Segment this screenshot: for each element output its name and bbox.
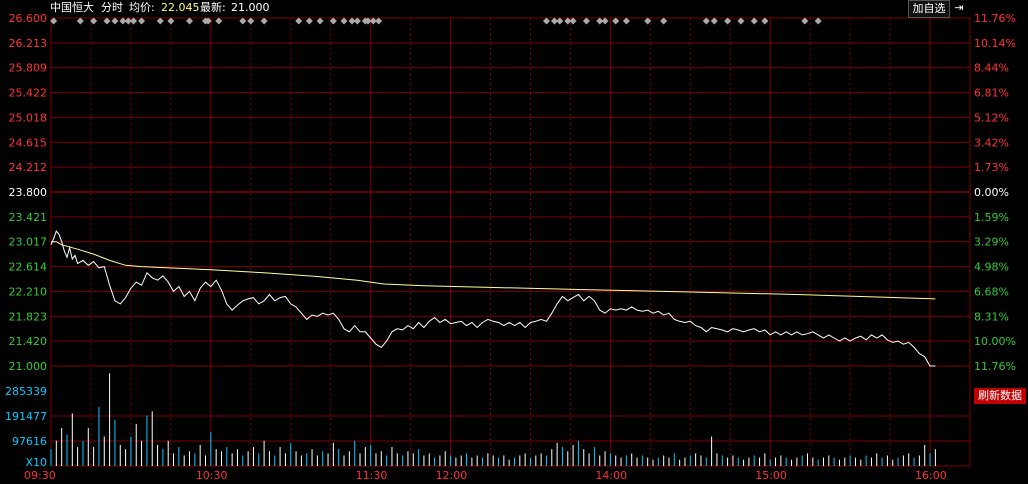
event-marker — [761, 17, 769, 25]
time-tick-label: 10:30 — [196, 469, 228, 482]
price-tick-label: 24.615 — [9, 136, 48, 149]
pct-tick-label: 10.00% — [974, 335, 1016, 348]
event-marker — [186, 17, 194, 25]
price-tick-label: 26.600 — [9, 12, 48, 25]
price-tick-label: 25.018 — [9, 111, 48, 124]
event-marker — [316, 17, 324, 25]
time-axis: 09:30 10:30 11:30 12:00 14:00 15:00 16:00 — [24, 469, 947, 482]
refresh-button[interactable]: 刷新数据 — [974, 388, 1026, 404]
pct-tick-label: 11.76% — [974, 360, 1016, 373]
pct-tick-label: 10.14% — [974, 37, 1016, 50]
event-marker — [111, 17, 119, 25]
event-marker — [801, 17, 809, 25]
price-tick-label: 23.017 — [9, 236, 48, 249]
event-marker — [375, 17, 383, 25]
price-tick-label: 23.421 — [9, 211, 48, 224]
time-tick-label: 16:00 — [915, 469, 947, 482]
price-tick-label: 24.212 — [9, 161, 48, 174]
event-marker — [582, 17, 590, 25]
header-last-label: 最新: — [200, 0, 226, 14]
intraday-chart: 26.600 26.213 25.809 25.422 25.018 24.615 24.2… — [5, 0, 1016, 482]
event-marker — [737, 17, 745, 25]
header-mode: 分时 — [101, 1, 123, 14]
event-marker — [156, 17, 164, 25]
pct-tick-label: 3.29% — [974, 236, 1009, 249]
header-last-value: 21.000 — [231, 1, 270, 14]
event-marker — [710, 17, 718, 25]
event-marker — [660, 17, 668, 25]
price-tick-label: 22.614 — [9, 261, 48, 274]
event-marker — [215, 17, 223, 25]
volume-tick-label: 285339 — [5, 385, 47, 398]
event-marker — [103, 17, 111, 25]
pct-tick-label: 1.59% — [974, 211, 1009, 224]
event-marker — [260, 17, 268, 25]
event-marker — [239, 17, 247, 25]
volume-tick-label: 97616 — [12, 435, 47, 448]
time-tick-label: 15:00 — [755, 469, 787, 482]
event-marker — [622, 17, 630, 25]
event-marker — [750, 17, 758, 25]
price-tick-label: 25.422 — [9, 87, 48, 100]
price-tick-label: 22.210 — [9, 285, 48, 298]
event-marker — [76, 17, 84, 25]
time-tick-label: 14:00 — [595, 469, 627, 482]
price-tick-label: 26.213 — [9, 37, 48, 50]
price-tick-label: 21.000 — [9, 360, 48, 373]
event-marker — [340, 17, 348, 25]
event-marker — [612, 17, 620, 25]
event-markers — [50, 17, 822, 25]
volume-bars — [50, 373, 936, 466]
exit-icon[interactable]: ⇥ — [951, 0, 967, 16]
event-marker — [702, 17, 710, 25]
event-marker — [601, 17, 609, 25]
time-tick-label: 11:30 — [356, 469, 388, 482]
event-marker — [353, 17, 361, 25]
pct-tick-label: 8.44% — [974, 62, 1009, 75]
volume-tick-label: X10 — [25, 456, 47, 469]
pct-tick-label: 11.76% — [974, 12, 1016, 25]
chart-grid — [50, 17, 971, 467]
event-marker — [542, 17, 550, 25]
header-avg-label: 均价: — [129, 1, 155, 14]
price-tick-label: 23.800 — [9, 186, 48, 199]
price-tick-label: 25.809 — [9, 62, 48, 75]
time-tick-label: 09:30 — [24, 469, 56, 482]
event-marker — [295, 17, 303, 25]
header-avg-value: 22.045 — [161, 1, 200, 14]
price-axis: 26.600 26.213 25.809 25.422 25.018 24.615 24.2… — [9, 12, 48, 373]
event-marker — [305, 17, 313, 25]
time-tick-label: 12:00 — [436, 469, 468, 482]
avg-price-line — [51, 241, 936, 300]
event-marker — [138, 17, 146, 25]
volume-axis: 285339 191477 97616 X10 — [5, 385, 47, 469]
pct-tick-label: 1.73% — [974, 161, 1009, 174]
pct-tick-label: 6.81% — [974, 87, 1009, 100]
volume-tick-label: 191477 — [5, 410, 47, 423]
pct-tick-label: 6.68% — [974, 285, 1009, 298]
pct-tick-label: 5.12% — [974, 111, 1009, 124]
price-line — [50, 230, 936, 367]
pct-tick-label: 0.00% — [974, 186, 1009, 199]
event-marker — [556, 17, 564, 25]
pct-axis: 11.76% 10.14% 8.44% 6.81% 5.12% 3.42% 1.73% 0.0… — [974, 12, 1016, 373]
price-tick-label: 21.823 — [9, 310, 48, 323]
header-stock-name: 中国恒大 — [50, 0, 94, 14]
price-tick-label: 21.420 — [9, 335, 48, 348]
event-marker — [814, 17, 822, 25]
event-marker — [247, 17, 255, 25]
add-watchlist-button[interactable]: 加自选 — [908, 0, 950, 18]
pct-tick-label: 3.42% — [974, 136, 1009, 149]
pct-tick-label: 8.31% — [974, 310, 1009, 323]
pct-tick-label: 4.98% — [974, 261, 1009, 274]
event-marker — [167, 17, 175, 25]
